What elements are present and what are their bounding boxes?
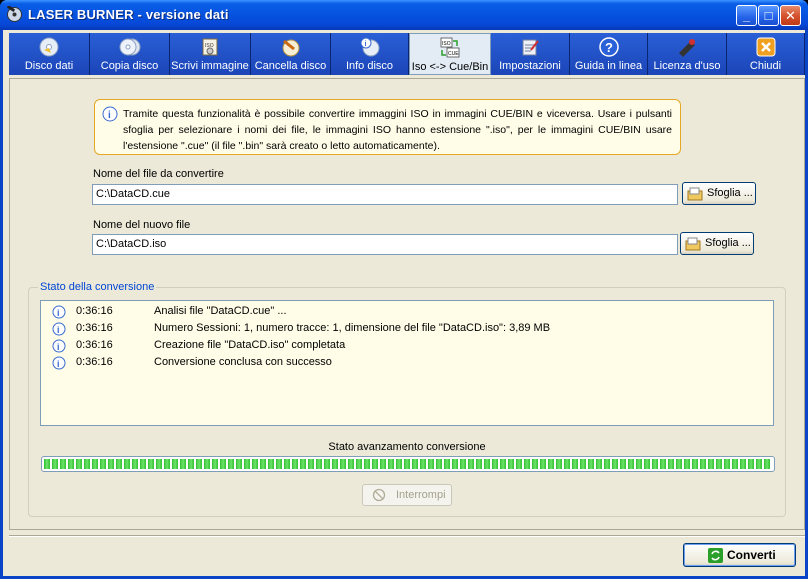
info-text: Tramite questa funzionalità è possibile …	[123, 108, 672, 152]
conversion-log[interactable]: i 0:36:16 Analisi file "DataCD.cue" ... …	[40, 300, 774, 426]
source-browse-button[interactable]: Sfoglia ...	[682, 182, 756, 205]
tool-info-disco[interactable]: i Info disco	[331, 33, 409, 75]
log-time: 0:36:16	[76, 356, 113, 368]
content-panel: i Tramite questa funzionalità è possibil…	[9, 78, 805, 530]
group-title: Stato della conversione	[38, 281, 157, 293]
tool-impostazioni[interactable]: Impostazioni	[491, 33, 570, 75]
tool-cancella-disco[interactable]: Cancella disco	[251, 33, 331, 75]
tool-label: Iso <-> Cue/Bin	[411, 61, 489, 73]
tool-label: Guida in linea	[574, 60, 643, 72]
source-file-label: Nome del file da convertire	[93, 168, 224, 180]
svg-text:i: i	[364, 41, 366, 48]
stop-icon	[372, 488, 386, 502]
tool-guida-in-linea[interactable]: ? Guida in linea	[570, 33, 648, 75]
tool-chiudi[interactable]: Chiudi	[727, 33, 805, 75]
browse-label: Sfoglia ...	[707, 187, 753, 199]
log-row: i 0:36:16 Analisi file "DataCD.cue" ...	[41, 304, 773, 321]
tool-label: Licenza d'uso	[653, 60, 721, 72]
tool-label: Scrivi immagine	[171, 60, 249, 72]
conversion-progress-bar	[41, 456, 775, 472]
source-file-input[interactable]: C:\DataCD.cue	[92, 184, 678, 205]
target-file-input[interactable]: C:\DataCD.iso	[92, 234, 678, 255]
log-time: 0:36:16	[76, 339, 113, 351]
write-image-icon: ISO	[202, 38, 218, 56]
maximize-button[interactable]: □	[758, 5, 779, 26]
help-icon: ?	[598, 37, 619, 57]
folder-browse-icon	[685, 237, 701, 251]
refresh-icon	[708, 548, 723, 563]
target-browse-button[interactable]: Sfoglia ...	[680, 232, 754, 255]
erase-disc-icon	[282, 39, 299, 57]
license-icon	[679, 39, 695, 57]
log-time: 0:36:16	[76, 305, 113, 317]
svg-text:i: i	[57, 342, 60, 352]
iso-cue-icon: ISO CUE	[440, 37, 460, 58]
bottom-separator	[9, 535, 805, 537]
main-window: LASER BURNER - versione dati _ □ ✕ Disco…	[0, 0, 808, 579]
conversion-status-group: Stato della conversione i 0:36:16 Analis…	[28, 281, 786, 517]
stop-label: Interrompi	[396, 489, 446, 501]
svg-text:i: i	[57, 359, 60, 369]
stop-button[interactable]: Interrompi	[362, 484, 452, 506]
info-icon: i	[52, 322, 66, 336]
log-row: i 0:36:16 Numero Sessioni: 1, numero tra…	[41, 321, 773, 338]
tool-iso-cue-bin[interactable]: ISO CUE Iso <-> Cue/Bin	[409, 33, 491, 75]
log-message: Numero Sessioni: 1, numero tracce: 1, di…	[154, 322, 551, 334]
svg-text:ISO: ISO	[442, 41, 451, 47]
tool-scrivi-immagine[interactable]: ISO Scrivi immagine	[170, 33, 251, 75]
app-logo-icon	[6, 6, 22, 22]
svg-text:i: i	[108, 110, 111, 121]
info-box: i Tramite questa funzionalità è possibil…	[94, 99, 681, 155]
log-message: Conversione conclusa con successo	[154, 356, 332, 368]
disc-copy-icon	[119, 38, 140, 56]
tool-disco-dati[interactable]: Disco dati	[9, 33, 90, 75]
settings-icon	[522, 39, 539, 56]
info-icon: i	[52, 339, 66, 353]
title-bar[interactable]: LASER BURNER - versione dati _ □ ✕	[0, 0, 808, 30]
svg-text:CUE: CUE	[448, 51, 459, 57]
info-icon: i	[52, 356, 66, 370]
main-toolbar: Disco dati Copia disco ISO Scrivi immagi…	[9, 33, 805, 75]
svg-text:?: ?	[605, 40, 613, 55]
info-icon: i	[52, 305, 66, 319]
log-message: Creazione file "DataCD.iso" completata	[154, 339, 346, 351]
browse-label: Sfoglia ...	[705, 237, 751, 249]
disc-info-icon: i	[360, 37, 379, 57]
close-window-button[interactable]: ✕	[780, 5, 801, 26]
log-row: i 0:36:16 Conversione conclusa con succe…	[41, 355, 773, 372]
progress-fill	[44, 459, 772, 469]
tool-copia-disco[interactable]: Copia disco	[90, 33, 170, 75]
disc-data-icon	[39, 37, 59, 57]
minimize-button[interactable]: _	[736, 5, 757, 26]
tool-label: Copia disco	[100, 60, 159, 72]
svg-text:i: i	[57, 308, 60, 318]
log-time: 0:36:16	[76, 322, 113, 334]
window-title: LASER BURNER - versione dati	[28, 7, 229, 22]
tool-licenza-uso[interactable]: Licenza d'uso	[648, 33, 727, 75]
log-row: i 0:36:16 Creazione file "DataCD.iso" co…	[41, 338, 773, 355]
info-icon: i	[102, 106, 118, 122]
tool-label: Info disco	[345, 60, 394, 72]
convert-button[interactable]: Converti	[683, 543, 796, 567]
convert-label: Converti	[727, 548, 776, 562]
progress-label: Stato avanzamento conversione	[328, 441, 486, 453]
tool-label: Chiudi	[749, 60, 782, 72]
svg-text:i: i	[57, 325, 60, 335]
tool-label: Disco dati	[24, 60, 74, 72]
tool-label: Impostazioni	[499, 60, 561, 72]
log-message: Analisi file "DataCD.cue" ...	[154, 305, 287, 317]
folder-browse-icon	[687, 187, 703, 201]
tool-label: Cancella disco	[254, 60, 327, 72]
target-file-label: Nome del nuovo file	[93, 219, 191, 231]
close-app-icon	[756, 37, 775, 57]
